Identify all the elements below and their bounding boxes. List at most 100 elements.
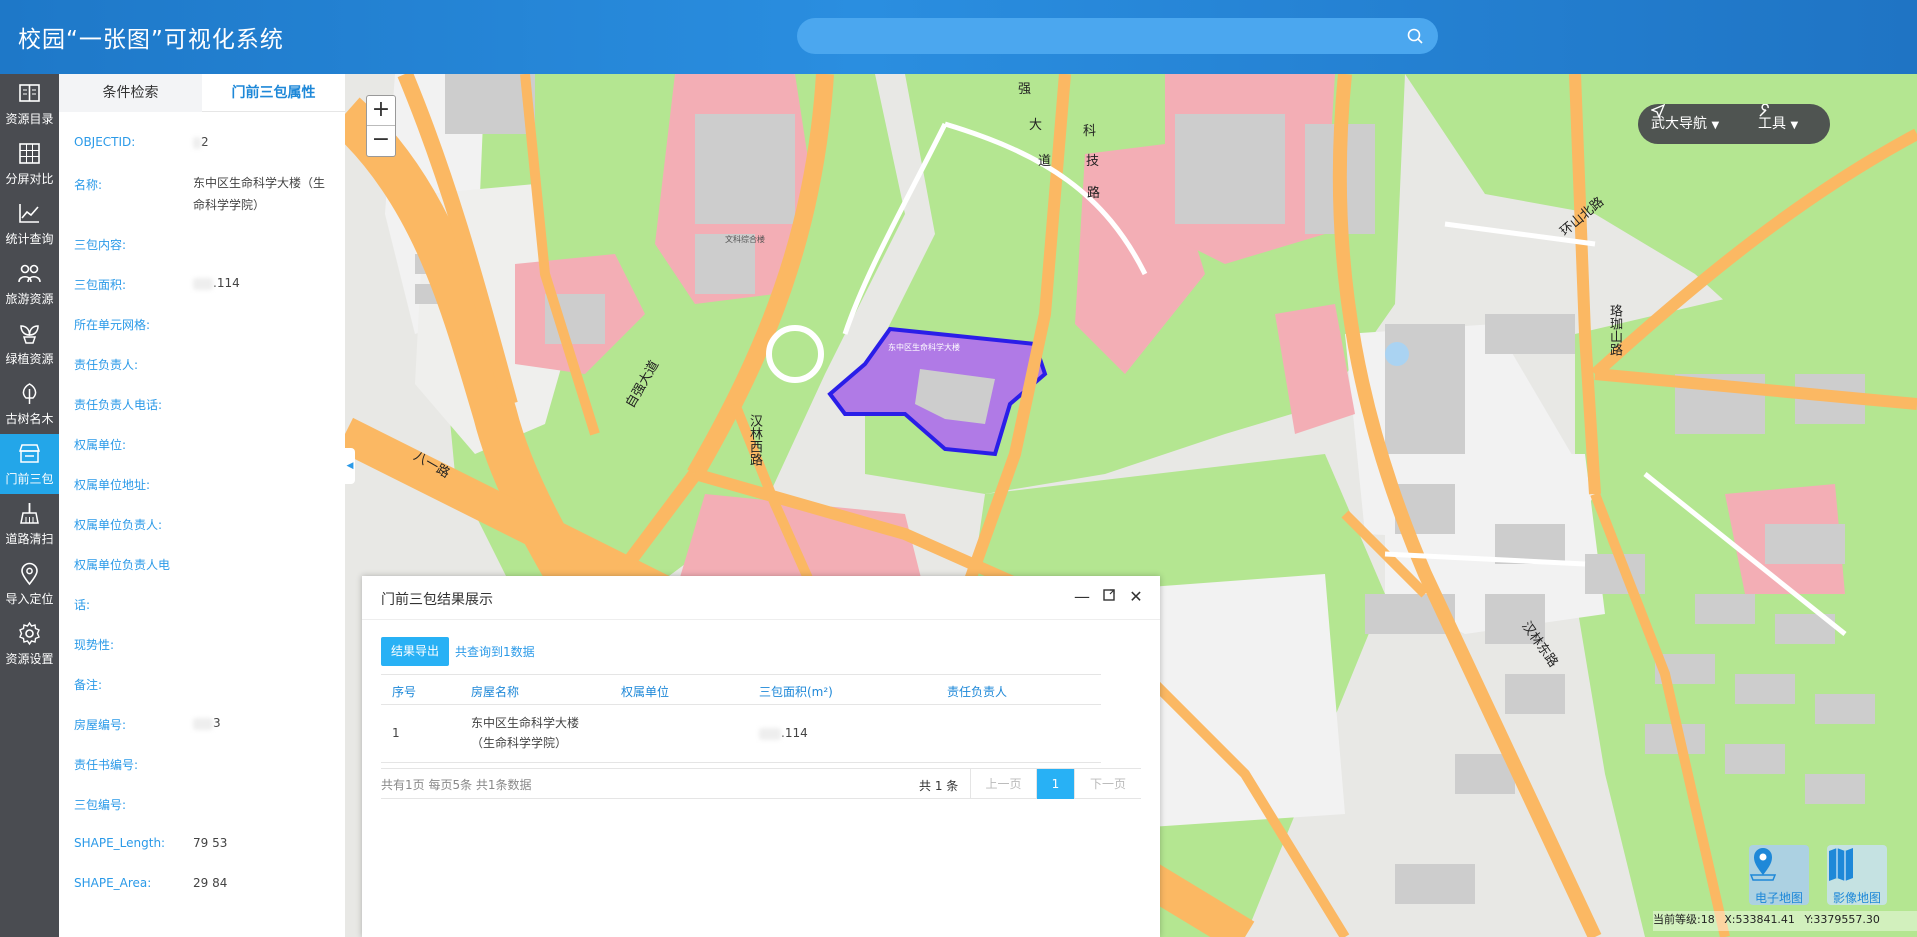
road-label-qiang: 强 bbox=[1018, 82, 1032, 97]
nav-label: 古树名木 bbox=[5, 412, 54, 426]
pager-info: 共有1页 每页5条 共1条数据 bbox=[381, 778, 532, 792]
nav-label: 门前三包 bbox=[5, 472, 54, 486]
nav-item-resource-settings[interactable]: 资源设置 bbox=[0, 614, 59, 674]
nav-item-greenery[interactable]: 绿植资源 bbox=[0, 314, 59, 374]
navigation-arrow-icon bbox=[1651, 104, 1665, 118]
chevron-down-icon: ▼ bbox=[1790, 120, 1799, 131]
attr-key: 现势性: bbox=[74, 638, 115, 652]
panel-tabs: 条件检索 门前三包属性 bbox=[59, 74, 345, 112]
results-table: 序号 房屋名称 权属单位 三包面积(m²) 责任负责人 1 东中区生命科学大楼（… bbox=[381, 674, 1101, 763]
nav-item-split-compare[interactable]: 分屏对比 bbox=[0, 134, 59, 194]
nav-label: 绿植资源 bbox=[5, 352, 54, 366]
road-label-da: 大 bbox=[1029, 118, 1043, 133]
next-page-button[interactable]: 下一页 bbox=[1074, 769, 1141, 799]
column-header: 序号 bbox=[392, 685, 417, 699]
attr-key: 名称: bbox=[74, 178, 103, 192]
nav-item-ancient-trees[interactable]: 古树名木 bbox=[0, 374, 59, 434]
road-label-ke: 科 bbox=[1083, 124, 1097, 139]
nav-item-road-cleaning[interactable]: 道路清扫 bbox=[0, 494, 59, 554]
road-label-dao: 道 bbox=[1038, 154, 1052, 169]
attr-key: 权属单位地址: bbox=[74, 478, 151, 492]
storefront-icon bbox=[18, 444, 41, 463]
maximize-icon[interactable] bbox=[1100, 588, 1118, 606]
attr-key: 三包内容: bbox=[74, 238, 127, 252]
nav-item-resource-catalog[interactable]: 资源目录 bbox=[0, 74, 59, 134]
building-label-shengming: 东中区生命科学大楼 bbox=[888, 343, 960, 352]
electronic-map-button[interactable]: 电子地图 bbox=[1749, 845, 1809, 905]
attr-key: SHAPE_Length: bbox=[74, 836, 166, 850]
nav-item-doorstep-three[interactable]: 门前三包 bbox=[0, 434, 59, 494]
wrench-icon bbox=[1759, 104, 1769, 117]
minimize-icon[interactable]: — bbox=[1073, 588, 1091, 606]
attr-key: 房屋编号: bbox=[74, 718, 127, 732]
broom-icon bbox=[20, 503, 39, 524]
location-pin-icon bbox=[21, 562, 38, 586]
dialog-title: 门前三包结果展示 bbox=[381, 592, 493, 608]
road-label-hanlinxi: 汉林西路 bbox=[747, 414, 762, 466]
attr-value: 东中区生命科学大楼（生命科学学院） bbox=[193, 176, 326, 212]
nav-label: 导入定位 bbox=[5, 592, 54, 606]
grid-icon bbox=[19, 143, 40, 164]
attr-value: .114 bbox=[193, 272, 333, 294]
attr-key: 责任负责人电话: bbox=[74, 398, 163, 412]
folded-map-icon bbox=[1829, 848, 1853, 881]
tree-icon bbox=[22, 383, 37, 404]
tools-button[interactable]: 工具 ▼ bbox=[1758, 104, 1798, 144]
nav-item-tourism[interactable]: 旅游资源 bbox=[0, 254, 59, 314]
attr-key: 权属单位: bbox=[74, 438, 127, 452]
map-status-bar: 当前等级:18 X:533841.41 Y:3379557.30 bbox=[1653, 911, 1917, 931]
attr-key: 备注: bbox=[74, 678, 103, 692]
table-header: 序号 房屋名称 权属单位 三包面积(m²) 责任负责人 bbox=[381, 674, 1101, 705]
page-button-current[interactable]: 1 bbox=[1036, 769, 1074, 799]
pager-total: 共 1 条 bbox=[919, 779, 959, 793]
attr-key: 责任负责人: bbox=[74, 358, 139, 372]
zoom-out-button[interactable]: − bbox=[367, 126, 395, 156]
table-row[interactable]: 1 东中区生命科学大楼（生命科学学院） .114 bbox=[381, 705, 1101, 763]
attr-key: SHAPE_Area: bbox=[74, 876, 152, 890]
nav-label: 资源目录 bbox=[5, 112, 54, 126]
search-box[interactable] bbox=[797, 18, 1438, 54]
cell-area: .114 bbox=[759, 723, 808, 743]
nav-label: 资源设置 bbox=[5, 652, 54, 666]
attr-key: 权属单位负责人电 bbox=[74, 558, 171, 572]
query-count-text: 共查询到1数据 bbox=[455, 645, 535, 659]
attr-key: 所在单元网格: bbox=[74, 318, 151, 332]
zoom-level-readout: 当前等级:18 bbox=[1653, 913, 1715, 926]
road-label-ji: 技 bbox=[1086, 154, 1100, 169]
export-results-button[interactable]: 结果导出 bbox=[381, 637, 449, 666]
road-label-lu: 路 bbox=[1087, 186, 1101, 201]
nav-label: 统计查询 bbox=[5, 232, 54, 246]
nav-label: 旅游资源 bbox=[5, 292, 54, 306]
attr-key: 三包面积: bbox=[74, 278, 127, 292]
campus-nav-label: 武大导航 bbox=[1651, 116, 1707, 132]
nav-label: 分屏对比 bbox=[5, 172, 54, 186]
tab-condition-search[interactable]: 条件检索 bbox=[59, 74, 202, 112]
attr-key: 权属单位负责人: bbox=[74, 518, 163, 532]
nav-label: 道路清扫 bbox=[5, 532, 54, 546]
pagination: 共有1页 每页5条 共1条数据 共 1 条 上一页 1 下一页 bbox=[381, 768, 1141, 799]
column-header: 房屋名称 bbox=[471, 685, 520, 699]
search-icon[interactable] bbox=[1406, 27, 1424, 45]
attr-key: OBJECTID: bbox=[74, 135, 136, 149]
search-input[interactable] bbox=[817, 18, 1377, 54]
result-dialog: 门前三包结果展示 — ✕ 结果导出 共查询到1数据 序号 房屋名称 权属单位 三… bbox=[362, 576, 1160, 937]
nav-item-statistics[interactable]: 统计查询 bbox=[0, 194, 59, 254]
imagery-map-label: 影像地图 bbox=[1832, 891, 1881, 905]
imagery-map-button[interactable]: 影像地图 bbox=[1827, 845, 1887, 905]
panel-collapse-handle[interactable]: ◀ bbox=[345, 448, 355, 484]
electronic-map-label: 电子地图 bbox=[1754, 891, 1803, 905]
chevron-left-icon: ◀ bbox=[346, 461, 354, 471]
column-header: 责任负责人 bbox=[947, 685, 1008, 699]
tab-doorstep-attributes[interactable]: 门前三包属性 bbox=[202, 74, 345, 112]
attribute-panel: 条件检索 门前三包属性 OBJECTID: 2 名称: 东中区生命科学大楼（生命… bbox=[59, 74, 345, 937]
attr-key: 三包编号: bbox=[74, 798, 127, 812]
campus-nav-button[interactable]: 武大导航 ▼ bbox=[1651, 104, 1719, 144]
left-nav: 资源目录 分屏对比 统计查询 旅游资源 绿植资源 古树名木 门前三包 道路清扫 … bbox=[0, 74, 59, 937]
attr-value: 3 bbox=[193, 712, 333, 734]
close-icon[interactable]: ✕ bbox=[1127, 588, 1145, 606]
attr-key: 话: bbox=[74, 598, 91, 612]
prev-page-button[interactable]: 上一页 bbox=[970, 769, 1036, 799]
x-coordinate-readout: X:533841.41 bbox=[1724, 913, 1795, 926]
nav-item-import-locate[interactable]: 导入定位 bbox=[0, 554, 59, 614]
zoom-in-button[interactable]: + bbox=[367, 96, 395, 126]
